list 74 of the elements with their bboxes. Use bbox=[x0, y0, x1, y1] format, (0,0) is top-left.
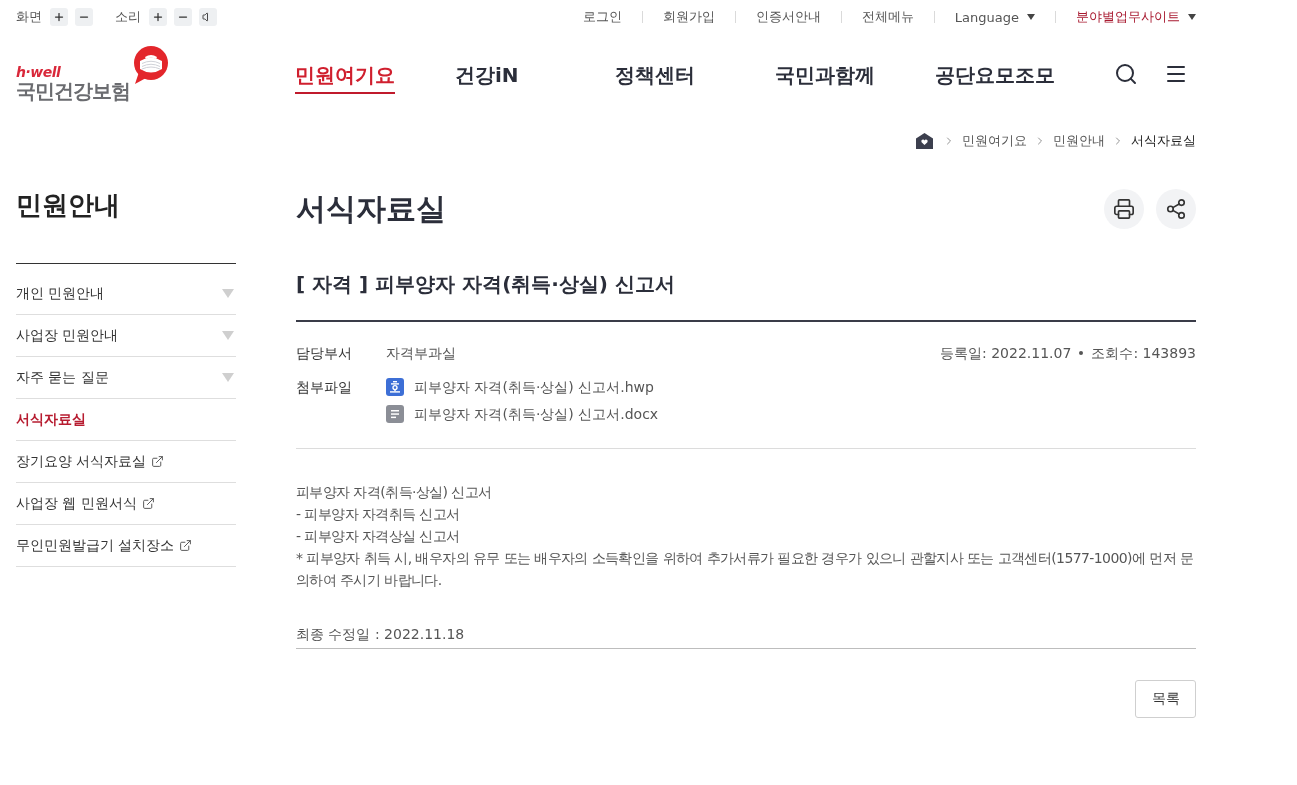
caret-icon bbox=[1027, 14, 1035, 20]
plus-icon bbox=[53, 11, 65, 23]
nav-tab[interactable]: 공단요모조모 bbox=[935, 62, 1055, 94]
dropdown-link[interactable]: 분야별업무사이트 bbox=[1076, 8, 1196, 26]
nav-tab[interactable]: 국민과함께 bbox=[775, 62, 875, 94]
bullet-icon bbox=[1079, 351, 1084, 355]
attachment-link[interactable]: 피부양자 자격(취득·상실) 신고서.hwp bbox=[386, 376, 659, 398]
sidebar-item[interactable]: 자주 묻는 질문 bbox=[16, 357, 236, 399]
sidebar-item-label: 무인민원발급기 설치장소 bbox=[16, 536, 175, 555]
last-modified-date: 최종 수정일 : 2022.11.18 bbox=[296, 623, 1196, 649]
attachments-label: 첨부파일 bbox=[296, 378, 353, 397]
sidebar-item-label: 장기요양 서식자료실 bbox=[16, 452, 147, 471]
dropdown-triangle-icon bbox=[222, 331, 234, 340]
hwp-file-icon bbox=[386, 378, 404, 396]
logo-tagline: h·well bbox=[16, 64, 62, 80]
registered-date: 등록일: 2022.11.07 bbox=[940, 344, 1072, 363]
masked-face-logo-icon bbox=[131, 44, 169, 85]
plus-icon bbox=[152, 11, 164, 23]
sidebar-title: 민원안내 bbox=[16, 189, 121, 222]
nav-tab[interactable]: 건강iN bbox=[455, 62, 519, 94]
home-icon[interactable] bbox=[916, 133, 933, 149]
sidebar-item[interactable]: 사업장 웹 민원서식 bbox=[16, 483, 236, 525]
zoom-out-button[interactable] bbox=[75, 8, 93, 26]
nav-tab[interactable]: 민원여기요 bbox=[295, 62, 395, 94]
sidebar-item-label: 개인 민원안내 bbox=[16, 284, 105, 303]
external-link-icon bbox=[141, 497, 155, 510]
body-text: - 피부양자 자격취득 신고서 bbox=[296, 505, 461, 524]
share-button[interactable] bbox=[1156, 189, 1196, 229]
sidebar-item-label: 자주 묻는 질문 bbox=[16, 368, 109, 387]
body-text: - 피부양자 자격상실 신고서 bbox=[296, 527, 461, 546]
zoom-in-button[interactable] bbox=[149, 8, 167, 26]
sidebar-item[interactable]: 개인 민원안내 bbox=[16, 273, 236, 315]
post-title: [ 자격 ] 피부양자 자격(취득·상실) 신고서 bbox=[296, 270, 1196, 322]
zoom-out-button[interactable] bbox=[174, 8, 192, 26]
sidebar-item[interactable]: 무인민원발급기 설치장소 bbox=[16, 525, 236, 567]
dropdown-triangle-icon bbox=[222, 373, 234, 382]
breadcrumb-link[interactable]: 서식자료실 bbox=[1131, 132, 1196, 150]
list-button[interactable]: 목록 bbox=[1135, 680, 1196, 718]
dropdown-triangle-icon bbox=[222, 289, 234, 298]
view-count: 조회수: 143893 bbox=[1091, 344, 1196, 363]
top-link[interactable]: 로그인 bbox=[582, 8, 622, 26]
sidebar-item-label: 사업장 민원안내 bbox=[16, 326, 119, 345]
breadcrumb-link[interactable]: 민원여기요 bbox=[962, 132, 1027, 150]
logo-name: 국민건강보험 bbox=[16, 79, 130, 102]
department-value: 자격부과실 bbox=[386, 344, 456, 363]
external-link-icon bbox=[151, 455, 165, 468]
sound-button[interactable] bbox=[199, 8, 217, 26]
page-title: 서식자료실 bbox=[296, 190, 446, 228]
body-text: 피부양자 자격(취득·상실) 신고서 bbox=[296, 483, 493, 502]
sidebar-item-label: 서식자료실 bbox=[16, 410, 86, 429]
printer-icon bbox=[1113, 198, 1135, 220]
sidebar-item[interactable]: 사업장 민원안내 bbox=[16, 315, 236, 357]
nav-tab[interactable]: 정책센터 bbox=[615, 62, 695, 94]
top-link[interactable]: 인증서안내 bbox=[755, 8, 821, 26]
dropdown-link[interactable]: Language bbox=[954, 9, 1035, 25]
search-button[interactable] bbox=[1114, 62, 1138, 86]
share-icon bbox=[1165, 198, 1187, 220]
sidebar-item[interactable]: 서식자료실 bbox=[16, 399, 236, 441]
department-label: 담당부서 bbox=[296, 344, 353, 363]
top-link[interactable]: 전체메뉴 bbox=[861, 8, 914, 26]
sidebar-item-label: 사업장 웹 민원서식 bbox=[16, 494, 137, 513]
attachment-link[interactable]: 피부양자 자격(취득·상실) 신고서.docx bbox=[386, 403, 659, 425]
body-text: * 피부양자 취득 시, 배우자의 유무 또는 배우자의 소득확인을 위하여 추가서류가 필요한 경우가 있으니 관할지사 또는 고객센터(1577-1000)에 먼저 문의하여 주시기 바랍니다. bbox=[296, 549, 1195, 590]
external-link-icon bbox=[179, 539, 193, 552]
search-icon bbox=[1114, 62, 1138, 86]
zoom-in-button[interactable] bbox=[50, 8, 68, 26]
caret-icon bbox=[1188, 14, 1196, 20]
breadcrumb-link[interactable]: 민원안내 bbox=[1053, 132, 1105, 150]
control-label: 화면 bbox=[16, 8, 42, 26]
document-file-icon bbox=[386, 405, 404, 423]
print-button[interactable] bbox=[1104, 189, 1144, 229]
sidebar-item[interactable]: 장기요양 서식자료실 bbox=[16, 441, 236, 483]
top-link[interactable]: 회원가입 bbox=[662, 8, 715, 26]
control-label: 소리 bbox=[115, 8, 141, 26]
